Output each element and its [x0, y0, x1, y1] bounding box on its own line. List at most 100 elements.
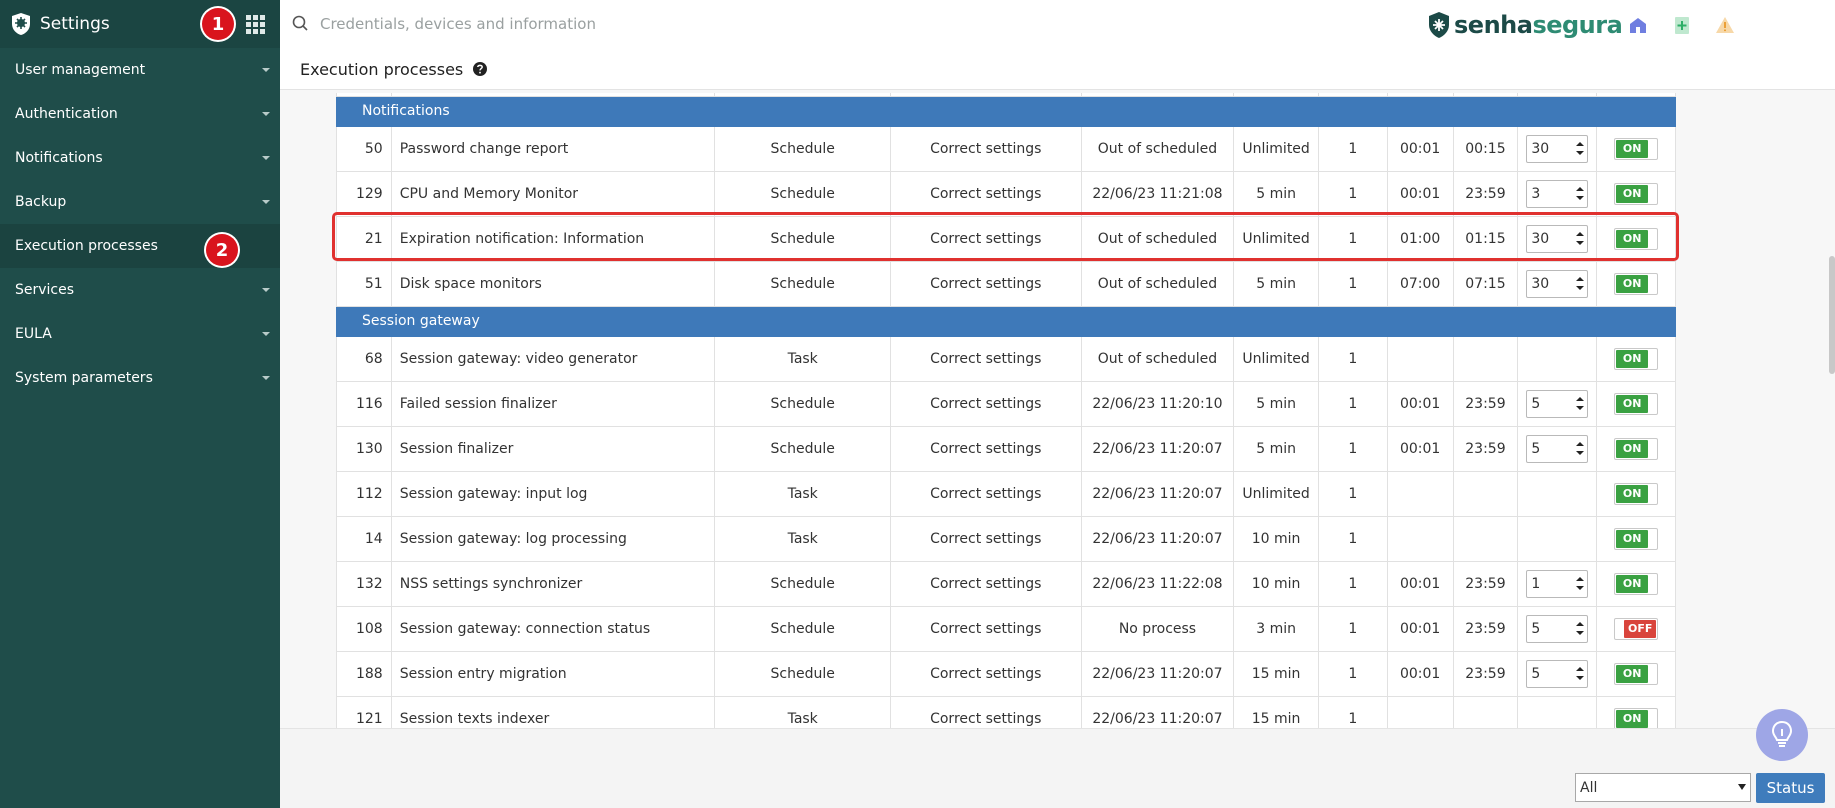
process-toggle[interactable]: ON — [1614, 227, 1659, 250]
count-cell — [1517, 470, 1598, 517]
arrow-down-icon[interactable] — [1576, 586, 1585, 590]
sidebar-title: Settings — [40, 14, 110, 34]
warning-icon[interactable] — [1715, 15, 1735, 35]
toggle-cell: ON — [1596, 335, 1676, 382]
arrow-up-icon[interactable] — [1576, 622, 1585, 626]
arrow-up-icon[interactable] — [1576, 142, 1585, 146]
arrow-down-icon[interactable] — [1576, 151, 1585, 155]
arrow-up-icon[interactable] — [1576, 187, 1585, 191]
number-stepper[interactable]: 5 — [1526, 614, 1589, 643]
arrow-down-icon[interactable] — [1576, 451, 1585, 455]
arrow-up-icon[interactable] — [1576, 667, 1585, 671]
toggle-cell: OFF — [1596, 605, 1676, 652]
group-header-row: Notifications — [336, 95, 1676, 127]
arrow-up-icon[interactable] — [1576, 442, 1585, 446]
sidebar-item-label: Backup — [15, 194, 67, 210]
arrow-down-icon[interactable] — [1576, 406, 1585, 410]
filter-select[interactable]: All — [1575, 773, 1751, 802]
number-stepper[interactable]: 5 — [1526, 434, 1589, 463]
process-status-cell: Correct settings — [890, 470, 1082, 517]
arrow-down-icon[interactable] — [1576, 196, 1585, 200]
process-status-cell: Correct settings — [890, 695, 1082, 728]
process-name-cell: Session gateway: connection status — [390, 605, 716, 652]
toggle-cell: ON — [1596, 260, 1676, 307]
arrow-down-icon[interactable] — [1576, 631, 1585, 635]
sidebar-item-eula[interactable]: EULA — [0, 312, 280, 356]
stepper-arrows[interactable] — [1573, 617, 1587, 641]
caret-down-icon — [262, 200, 270, 204]
sidebar-item-services[interactable]: Services — [0, 268, 280, 312]
arrow-down-icon[interactable] — [1576, 286, 1585, 290]
senhasegura-shield-icon — [12, 13, 30, 35]
arrow-up-icon[interactable] — [1576, 577, 1585, 581]
threads-cell: 1 — [1317, 260, 1388, 307]
threads-cell: 1 — [1317, 425, 1388, 472]
last-execution-cell: 22/06/23 11:21:08 — [1080, 170, 1235, 217]
number-stepper[interactable]: 30 — [1526, 224, 1589, 253]
help-icon[interactable] — [472, 61, 488, 77]
scrollbar-thumb[interactable] — [1829, 256, 1835, 374]
stepper-arrows[interactable] — [1573, 182, 1587, 206]
toggle-label: OFF — [1624, 619, 1657, 638]
apps-grid-icon[interactable] — [246, 15, 266, 34]
process-toggle[interactable]: ON — [1614, 182, 1659, 205]
status-button[interactable]: Status — [1756, 773, 1825, 803]
start-time-cell: 01:00 — [1386, 215, 1454, 262]
end-time-cell: 01:15 — [1452, 215, 1519, 262]
process-toggle[interactable]: ON — [1614, 347, 1659, 370]
last-execution-cell: Out of scheduled — [1080, 260, 1235, 307]
number-stepper[interactable]: 3 — [1526, 179, 1589, 208]
number-stepper[interactable]: 30 — [1526, 269, 1589, 298]
sidebar-item-backup[interactable]: Backup — [0, 180, 280, 224]
process-toggle[interactable]: ON — [1614, 572, 1659, 595]
stepper-arrows[interactable] — [1573, 392, 1587, 416]
home-icon[interactable] — [1628, 15, 1648, 35]
stepper-arrows[interactable] — [1573, 437, 1587, 461]
sidebar-item-authentication[interactable]: Authentication — [0, 92, 280, 136]
process-toggle[interactable]: ON — [1614, 137, 1659, 160]
interval-cell: Unlimited — [1233, 125, 1319, 172]
number-stepper[interactable]: 5 — [1526, 659, 1589, 688]
arrow-down-icon[interactable] — [1576, 241, 1585, 245]
number-stepper[interactable]: 1 — [1526, 569, 1589, 598]
stepper-arrows[interactable] — [1573, 227, 1587, 251]
sidebar-item-execution-processes[interactable]: Execution processes — [0, 224, 280, 268]
process-toggle[interactable]: ON — [1614, 662, 1659, 685]
toggle-cell: ON — [1596, 215, 1676, 262]
process-toggle[interactable]: ON — [1614, 272, 1659, 295]
arrow-up-icon[interactable] — [1576, 277, 1585, 281]
process-type-cell: Schedule — [714, 560, 892, 607]
add-icon[interactable] — [1672, 15, 1692, 35]
number-stepper[interactable]: 30 — [1526, 134, 1589, 163]
stepper-arrows[interactable] — [1573, 572, 1587, 596]
stepper-arrows[interactable] — [1573, 662, 1587, 686]
app-root: Settings User management Authentication No… — [0, 0, 1835, 808]
toggle-cell: ON — [1596, 560, 1676, 607]
process-toggle[interactable]: ON — [1614, 707, 1659, 728]
sidebar-item-notifications[interactable]: Notifications — [0, 136, 280, 180]
arrow-down-icon[interactable] — [1576, 676, 1585, 680]
sidebar-item-system-parameters[interactable]: System parameters — [0, 356, 280, 400]
process-toggle[interactable]: ON — [1614, 482, 1659, 505]
process-name-cell: Session gateway: input log — [390, 470, 716, 517]
process-toggle[interactable]: ON — [1614, 437, 1659, 460]
end-time-cell: 23:59 — [1452, 605, 1519, 652]
process-toggle[interactable]: ON — [1614, 392, 1659, 415]
process-status-cell: Correct settings — [890, 515, 1082, 562]
process-row: 116 Failed session finalizer Schedule Corre… — [336, 380, 1676, 427]
stepper-arrows[interactable] — [1573, 137, 1587, 161]
process-type-cell: Task — [714, 515, 892, 562]
lightbulb-help-button[interactable] — [1756, 709, 1808, 761]
end-time-cell — [1452, 470, 1519, 517]
process-toggle[interactable]: ON — [1614, 527, 1659, 550]
sidebar-item-user-management[interactable]: User management — [0, 48, 280, 92]
arrow-up-icon[interactable] — [1576, 232, 1585, 236]
process-toggle[interactable]: OFF — [1614, 617, 1659, 640]
number-stepper[interactable]: 5 — [1526, 389, 1589, 418]
search-input[interactable] — [320, 12, 720, 36]
process-row: 50 Password change report Schedule Correct … — [336, 125, 1676, 172]
arrow-up-icon[interactable] — [1576, 397, 1585, 401]
process-row: 14 Session gateway: log processing Task Cor… — [336, 515, 1676, 562]
stepper-arrows[interactable] — [1573, 272, 1587, 296]
process-type-cell: Schedule — [714, 605, 892, 652]
